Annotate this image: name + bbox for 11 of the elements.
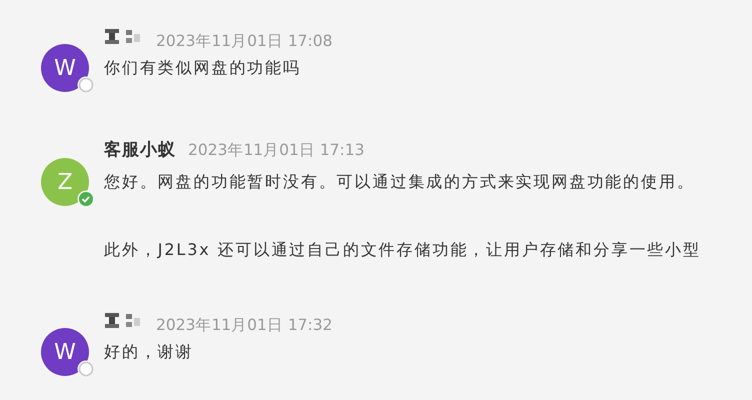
timestamp: 2023年11月01日 17:32 (156, 315, 332, 336)
avatar: W (41, 328, 89, 376)
message-text: 好的，谢谢 (104, 341, 194, 363)
message-text: 此外，J2L3x 还可以通过自己的文件存储功能，让用户存储和分享一些小型 (104, 239, 701, 261)
user-name: 客服小蚁 (104, 139, 176, 162)
timestamp: 2023年11月01日 17:08 (156, 31, 332, 52)
message-text: 您好。网盘的功能暂时没有。可以通过集成的方式来实现网盘功能的使用。 (104, 171, 696, 193)
timestamp: 2023年11月01日 17:13 (188, 140, 364, 161)
avatar: Z (41, 158, 89, 206)
message-text: 你们有类似网盘的功能吗 (104, 57, 302, 79)
avatar: W (41, 44, 89, 92)
